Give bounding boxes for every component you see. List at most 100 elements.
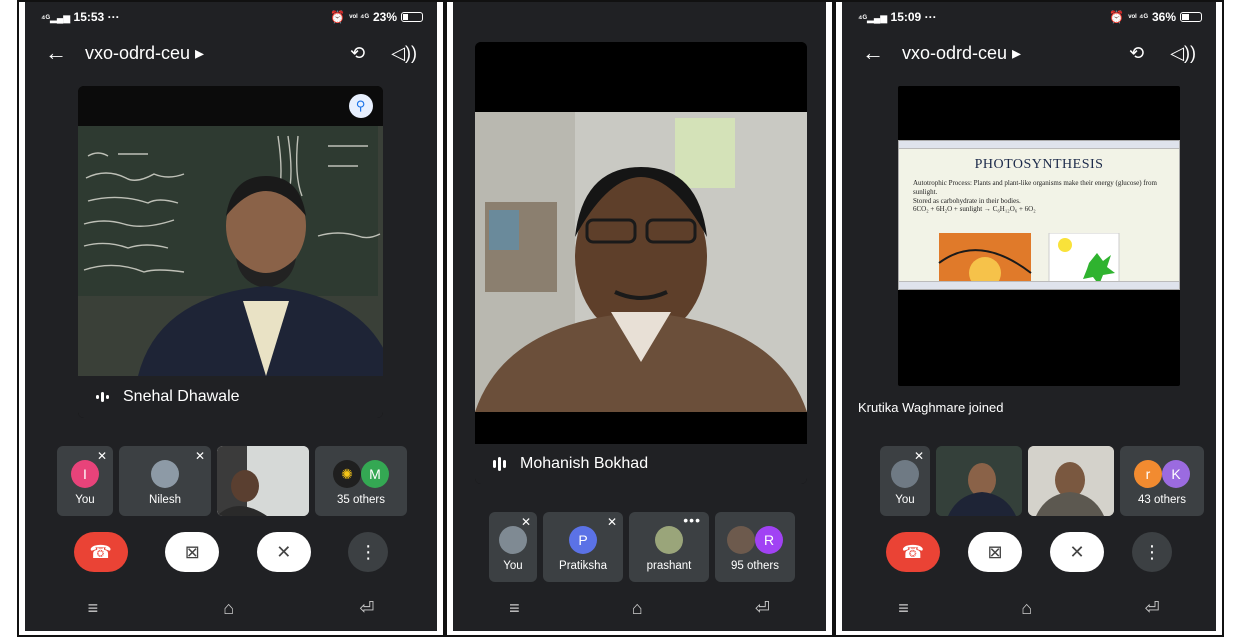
presentation-tile[interactable]: PHOTOSYNTHESIS Autotrophic Process: Plan… [898,86,1180,386]
camera-toggle-button[interactable]: ⊠ [165,532,220,572]
mic-muted-icon: ✕ [606,515,617,529]
switch-camera-icon[interactable]: ⟲ [350,43,365,64]
home-icon[interactable]: ⌂ [223,598,234,619]
menu-icon[interactable]: ≡ [509,598,520,619]
participant-tile-pratiksha[interactable]: ✕ P Pratiksha [543,512,623,582]
more-options-button[interactable]: ⋮ [1132,532,1172,572]
participant-tile-video[interactable]: ••• [217,446,309,516]
back-icon[interactable]: ⏎ [1145,598,1160,619]
participant-tile-video[interactable]: ▮▮ [936,446,1022,516]
participant-tile-you[interactable]: ✕ You [489,512,537,582]
lte-icon: ᵛᵒˡ ⁴ᴳ [349,12,369,22]
slide-bullet: 6CO₂ + 6H₂O + sunlight → C₆H₁₂O₆ + 6O₂ [913,205,1036,214]
mic-toggle-button[interactable]: ✕ [1050,532,1104,572]
back-arrow-icon[interactable]: ← [45,40,85,66]
participant-tile-nilesh[interactable]: ✕ Nilesh [119,446,211,516]
avatar: r [1134,460,1162,488]
phone-screenshot-3: ⁴ᴳ▂▄▆ 15:09 ··· ⏰ ᵛᵒˡ ⁴ᴳ 36% ← vxo-odrd-… [834,0,1224,637]
pin-button[interactable]: ⚲ [349,94,373,118]
taskbar [899,281,1179,289]
speaker-name-bar: Mohanish Bokhad [475,444,807,484]
menu-icon[interactable]: ≡ [898,598,909,619]
call-controls: ☎ ⊠ ✕ ⋮ [25,532,437,572]
participant-video-feed [1028,446,1114,516]
call-controls: ☎ ⊠ ✕ ⋮ [842,532,1216,572]
slide-title: PHOTOSYNTHESIS [974,157,1104,172]
avatar-photo [655,526,683,554]
mic-muted-icon: ✕ [913,449,924,463]
notification-dots: ··· [924,10,937,24]
home-icon[interactable]: ⌂ [1021,598,1032,619]
android-nav-bar: ≡ ⌂ ⏎ [453,585,826,631]
slide-bullet: Autotrophic Process: Plants and plant-li… [913,179,1157,196]
main-video-tile[interactable]: ⚲ Snehal Dhawale [78,86,383,418]
speaker-icon[interactable]: ◁)) [391,43,417,64]
back-icon[interactable]: ⏎ [359,598,374,619]
more-options-button[interactable]: ⋮ [348,532,389,572]
end-call-button[interactable]: ☎ [73,532,128,572]
mic-muted-icon: ✕ [520,515,531,529]
meeting-top-bar: ← vxo-odrd-ceu ▸ ⟲ ◁)) [862,36,1196,70]
status-bar: ⁴ᴳ▂▄▆ 15:09 ··· ⏰ ᵛᵒˡ ⁴ᴳ 36% [858,8,1202,26]
participant-tile-others[interactable]: ✺ M 35 others [315,446,407,516]
participant-tile-you[interactable]: ✕ You [880,446,930,516]
clock: 15:53 [73,10,105,24]
switch-camera-icon[interactable]: ⟲ [1129,43,1144,64]
meet-screen: ⁴ᴳ▂▄▆ 15:53 ··· ⏰ ᵛᵒˡ ⁴ᴳ 23% ← vxo-odrd-… [25,2,437,631]
end-call-button[interactable]: ☎ [886,532,940,572]
participant-tile-prashant[interactable]: ••• prashant [629,512,709,582]
main-video-tile[interactable]: Mohanish Bokhad [475,42,807,484]
meeting-code[interactable]: vxo-odrd-ceu ▸ [85,43,324,64]
slide-bullets: Autotrophic Process: Plants and plant-li… [899,173,1179,214]
avatar-photo [727,526,755,554]
participant-label: You [503,560,523,572]
back-arrow-icon[interactable]: ← [862,40,902,66]
participant-label: prashant [646,560,692,572]
signal-icon: ⁴ᴳ▂▄▆ [858,13,888,23]
audio-indicator-icon [493,457,506,471]
participant-tile-others[interactable]: r K 43 others [1120,446,1204,516]
participant-tile-others[interactable]: R 95 others [715,512,795,582]
participant-tile-you[interactable]: ✕ I You [57,446,113,516]
speaker-name: Mohanish Bokhad [520,455,649,472]
speaker-icon[interactable]: ◁)) [1170,43,1196,64]
avatar: I [71,460,99,488]
participant-strip: ✕ You ▮▮ ••• [880,446,1204,516]
avatar-group: ✺ M [333,460,389,488]
battery-percent: 23% [372,10,397,24]
audio-indicator-icon [96,392,109,402]
avatar: M [361,460,389,488]
shared-slide: PHOTOSYNTHESIS Autotrophic Process: Plan… [898,140,1180,290]
meeting-code[interactable]: vxo-odrd-ceu ▸ [902,43,1103,64]
battery-icon [1180,12,1202,22]
meet-screen: Mohanish Bokhad ✕ You ✕ P Pratiksha ••• … [453,2,826,631]
alarm-icon: ⏰ [1109,10,1125,24]
avatar-group: R [727,526,783,554]
battery-icon [401,12,423,22]
mic-toggle-button[interactable]: ✕ [256,532,311,572]
status-bar: ⁴ᴳ▂▄▆ 15:53 ··· ⏰ ᵛᵒˡ ⁴ᴳ 23% [41,8,423,26]
avatar-logo: ✺ [333,460,361,488]
meeting-top-bar: ← vxo-odrd-ceu ▸ ⟲ ◁)) [45,36,417,70]
menu-icon[interactable]: ≡ [88,598,99,619]
speaker-video-feed [475,42,807,412]
slide-bullet: Stored as carbohydrate in their bodies. [913,196,1021,205]
notification-dots: ··· [107,10,120,24]
phone-screenshot-2: Mohanish Bokhad ✕ You ✕ P Pratiksha ••• … [445,0,834,637]
participant-label: Pratiksha [559,560,607,572]
participant-video-feed [936,446,1022,516]
back-icon[interactable]: ⏎ [755,598,770,619]
participant-label: 95 others [731,560,779,572]
avatar-photo [891,460,919,488]
participant-label: You [895,494,915,506]
speaker-name: Snehal Dhawale [123,388,240,405]
home-icon[interactable]: ⌂ [632,598,643,619]
avatar: K [1162,460,1190,488]
battery-percent: 36% [1151,10,1176,24]
camera-toggle-button[interactable]: ⊠ [968,532,1022,572]
participant-tile-video[interactable]: ••• [1028,446,1114,516]
participant-video-feed [217,446,309,516]
more-options-icon[interactable]: ••• [683,512,701,528]
avatar-photo [151,460,179,488]
speaker-video-feed [78,86,383,376]
